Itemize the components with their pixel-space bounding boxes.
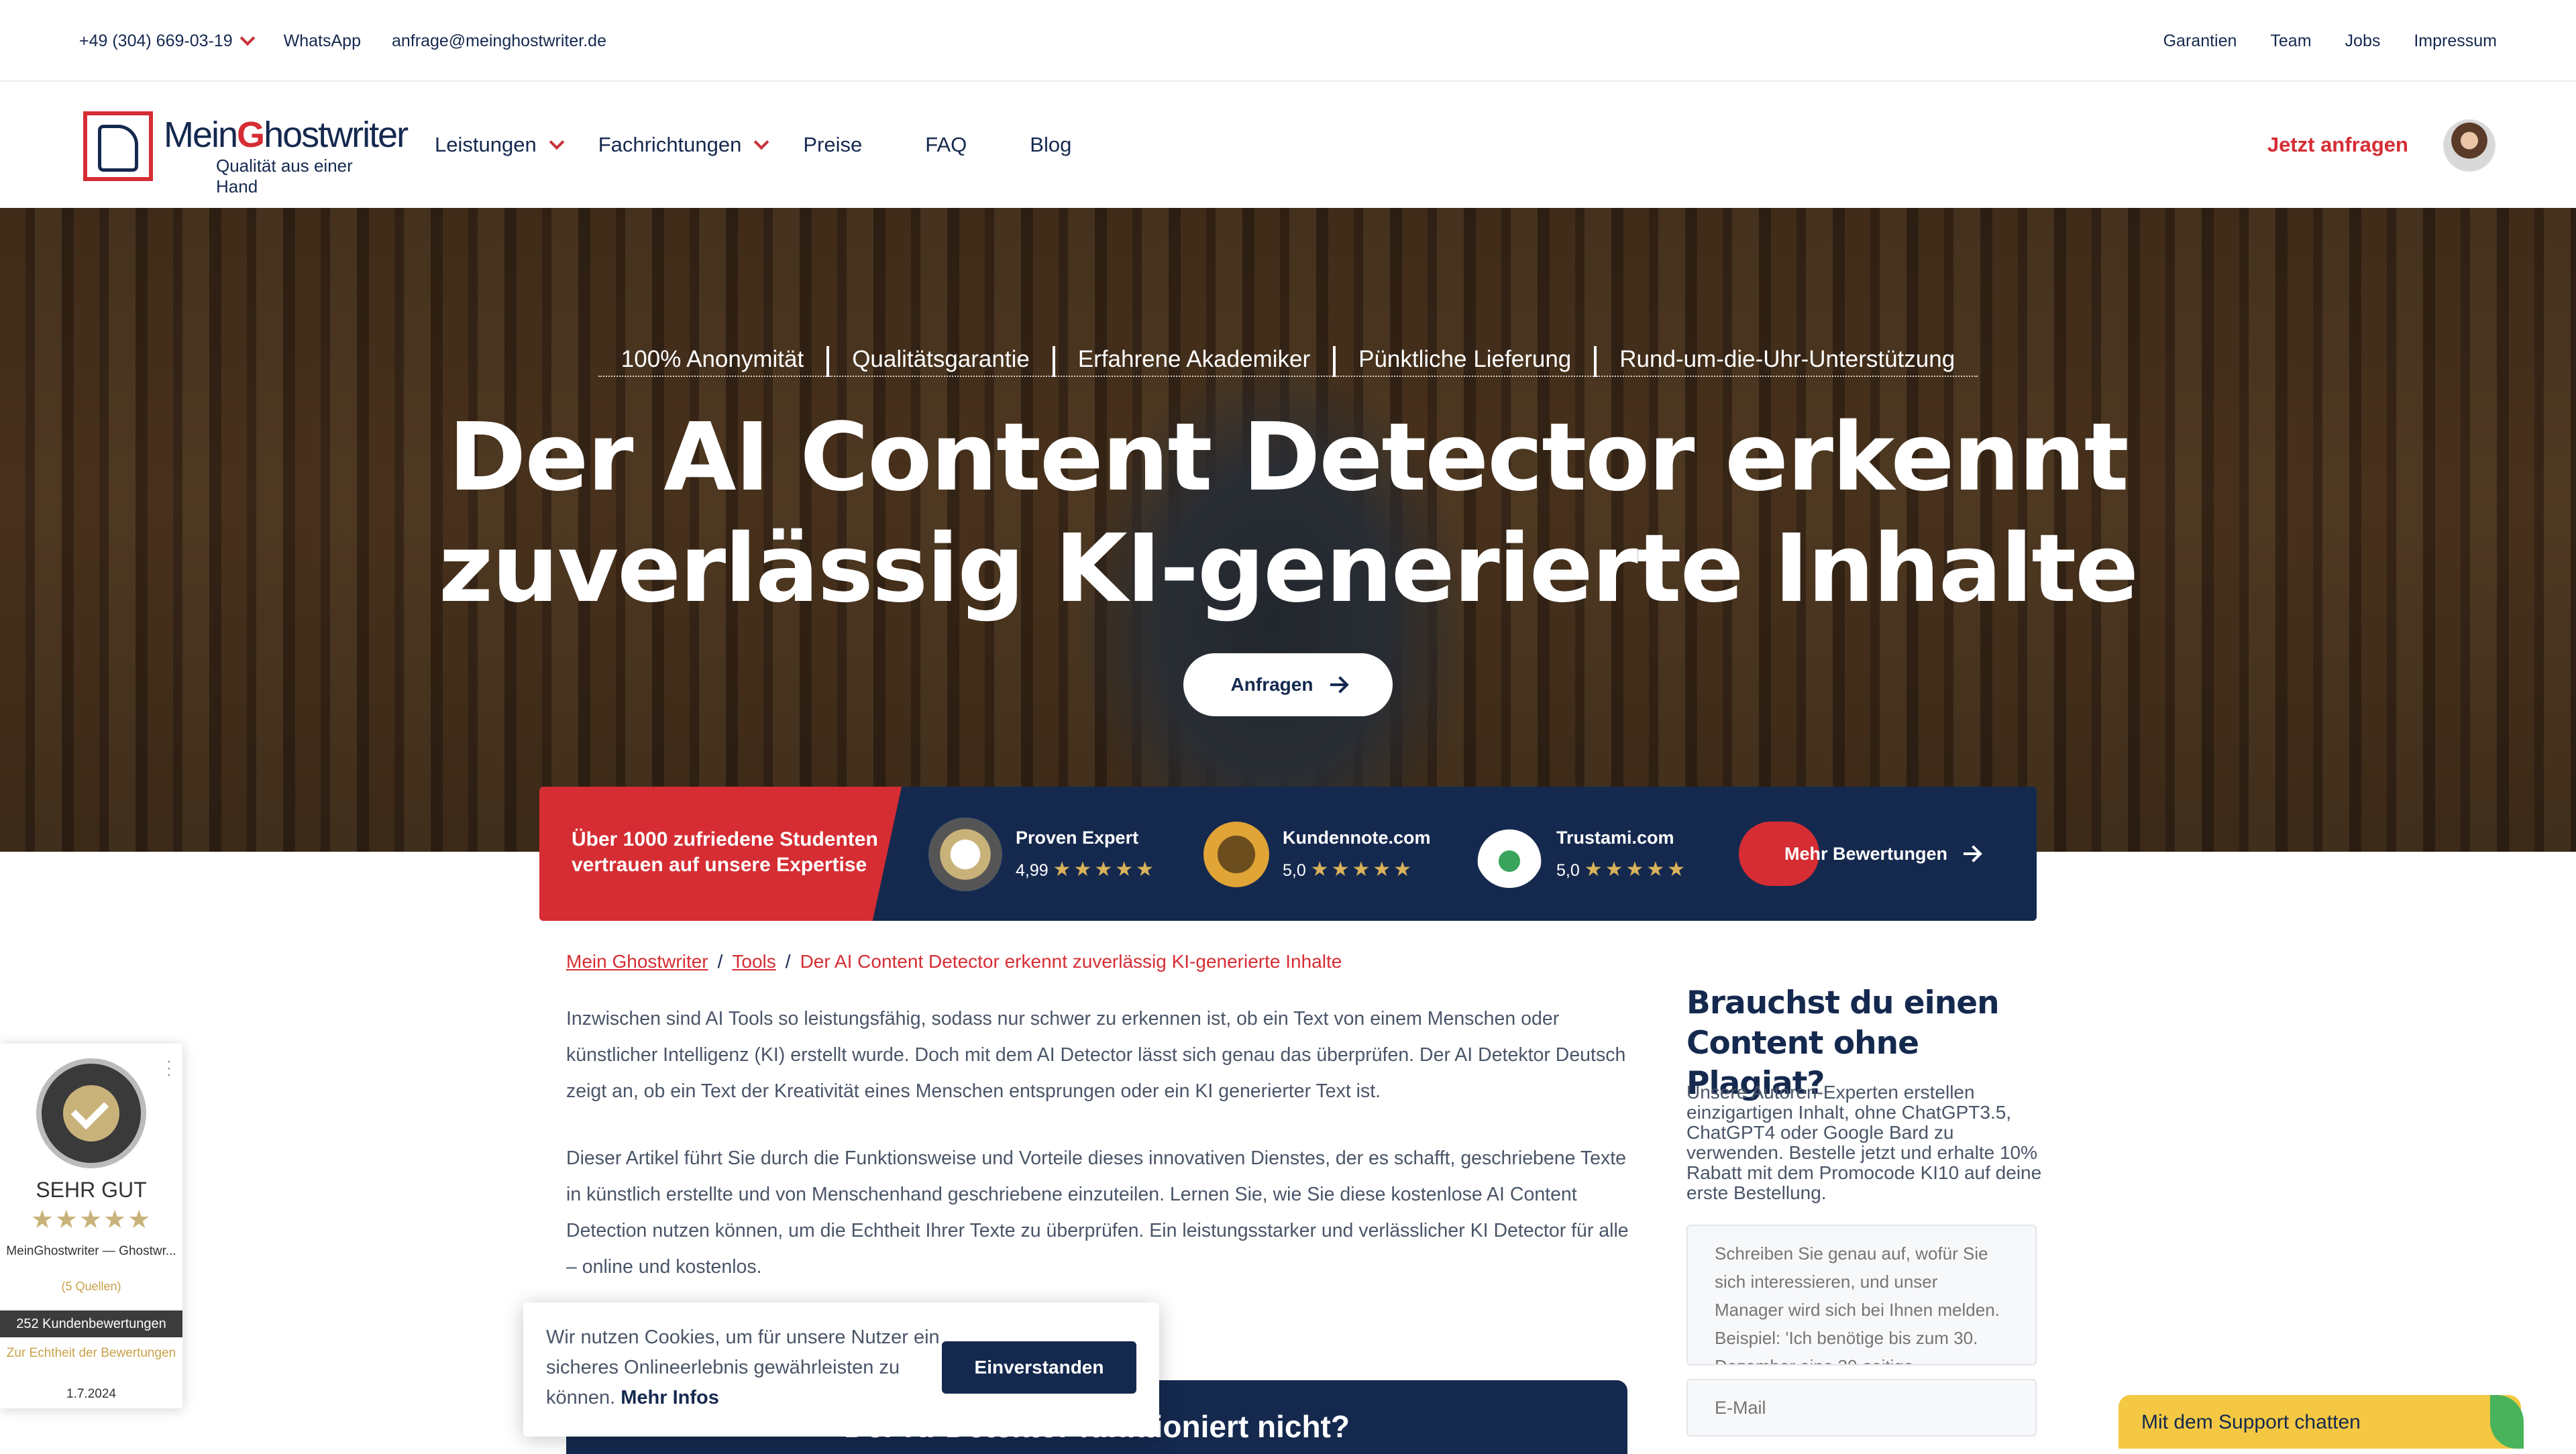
hero-benefits: 100% Anonymität Qualitätsgarantie Erfahr…: [0, 346, 2576, 377]
provenexpert-badge-icon: [928, 818, 1002, 891]
phone-link[interactable]: +49 (304) 669-03-19: [79, 30, 255, 51]
benefit-anonymity[interactable]: 100% Anonymität: [598, 346, 827, 377]
rating-grade: SEHR GUT: [36, 1178, 147, 1202]
breadcrumb-tools[interactable]: Tools: [732, 951, 775, 972]
article-paragraph-1: Inzwischen sind AI Tools so leistungsfäh…: [566, 1008, 1626, 1102]
request-message-input[interactable]: [1686, 1225, 2037, 1365]
star-rating: ★★★★★: [1584, 858, 1688, 881]
widget-company-name: MeinGhostwriter — Ghostwr...: [6, 1244, 176, 1258]
chevron-down-icon: [754, 134, 769, 150]
widget-sources: (5 Quellen): [61, 1280, 121, 1293]
breadcrumb-current: Der AI Content Detector erkennt zuverläs…: [800, 951, 1342, 972]
hero-section: 100% Anonymität Qualitätsgarantie Erfahr…: [0, 208, 2576, 852]
provenexpert-widget[interactable]: · · · SEHR GUT ★★★★★ MeinGhostwriter — Gho…: [0, 1044, 182, 1408]
chat-leaf-icon: [2490, 1395, 2524, 1449]
review-trustami[interactable]: Trustami.com 5,0 ★★★★★: [1476, 818, 1688, 891]
top-link-impressum[interactable]: Impressum: [2414, 32, 2497, 51]
phone-number: +49 (304) 669-03-19: [79, 31, 233, 50]
arrow-right-icon: [1330, 683, 1346, 686]
nav-preise[interactable]: Preise: [803, 133, 862, 157]
benefit-quality[interactable]: Qualitätsgarantie: [829, 346, 1053, 377]
review-kundennote[interactable]: Kundennote.com 5,0 ★★★★★: [1203, 818, 1431, 891]
review-provenexpert[interactable]: Proven Expert 4,99 ★★★★★: [928, 818, 1157, 891]
chevron-down-icon: [239, 30, 255, 46]
main-nav: Leistungen Fachrichtungen Preise FAQ Blo…: [435, 82, 1071, 208]
nav-blog[interactable]: Blog: [1030, 133, 1071, 157]
arrow-right-icon: [1964, 852, 1979, 855]
top-bar: +49 (304) 669-03-19 WhatsApp anfrage@mei…: [0, 0, 2576, 82]
widget-date: 1.7.2024: [66, 1387, 116, 1401]
nav-faq[interactable]: FAQ: [925, 133, 967, 157]
top-link-team[interactable]: Team: [2270, 32, 2311, 51]
nav-fachrichtungen[interactable]: Fachrichtungen: [598, 133, 769, 157]
logo-tagline: Qualität aus einer Hand: [216, 156, 353, 197]
reviews-bar: Über 1000 zufriedene Studenten vertrauen…: [539, 787, 2037, 921]
avatar[interactable]: [2443, 119, 2496, 172]
site-logo[interactable]: MeinGhostwriter Qualität aus einer Hand: [83, 111, 409, 197]
sidebar-text: Unsere Autoren-Experten erstellen einzig…: [1686, 1082, 2042, 1203]
widget-review-count: 252 Kundenbewertungen: [0, 1310, 182, 1337]
star-rating: ★★★★★: [1053, 858, 1157, 881]
request-now-link[interactable]: Jetzt anfragen: [2267, 82, 2408, 208]
more-options-icon[interactable]: · · ·: [166, 1052, 172, 1082]
provenexpert-seal-icon: [36, 1058, 146, 1168]
whatsapp-link[interactable]: WhatsApp: [284, 32, 361, 51]
cookie-accept-button[interactable]: Einverstanden: [942, 1341, 1136, 1394]
cookie-text: Wir nutzen Cookies, um für unsere Nutzer…: [546, 1327, 940, 1408]
email-field[interactable]: [1686, 1379, 2037, 1437]
article-paragraph-2: Dieser Artikel führt Sie durch die Funkt…: [566, 1148, 1629, 1278]
widget-authenticity-link[interactable]: Zur Echtheit der Bewertungen: [0, 1344, 182, 1363]
logo-mark-icon: [83, 111, 153, 181]
hero-request-button[interactable]: Anfragen: [1183, 653, 1393, 716]
reviews-claim: Über 1000 zufriedene Studenten vertrauen…: [539, 787, 902, 921]
benefit-academics[interactable]: Erfahrene Akademiker: [1055, 346, 1334, 377]
breadcrumb-home[interactable]: Mein Ghostwriter: [566, 951, 708, 972]
benefit-support[interactable]: Rund-um-die-Uhr-Unterstützung: [1597, 346, 1978, 377]
top-link-garantien[interactable]: Garantien: [2163, 32, 2237, 51]
breadcrumb: Mein Ghostwriter / Tools / Der AI Conten…: [566, 951, 1342, 972]
nav-leistungen[interactable]: Leistungen: [435, 133, 565, 157]
support-chat-button[interactable]: Mit dem Support chatten: [2118, 1395, 2524, 1449]
trustami-badge-icon: [1476, 821, 1543, 888]
chevron-down-icon: [549, 134, 565, 150]
page-title: Der AI Content Detector erkennt zuverläss…: [438, 403, 2139, 624]
cookie-banner: Wir nutzen Cookies, um für unsere Nutzer…: [523, 1302, 1159, 1437]
star-rating: ★★★★★: [1310, 858, 1415, 881]
email-link[interactable]: anfrage@meinghostwriter.de: [392, 32, 606, 51]
benefit-delivery[interactable]: Pünktliche Lieferung: [1336, 346, 1595, 377]
kundennote-badge-icon: [1203, 822, 1269, 887]
main-header: MeinGhostwriter Qualität aus einer Hand …: [0, 82, 2576, 208]
star-rating: ★★★★★: [30, 1206, 152, 1234]
cookie-more-link[interactable]: Mehr Infos: [621, 1387, 719, 1408]
top-link-jobs[interactable]: Jobs: [2345, 32, 2381, 51]
more-reviews-button[interactable]: Mehr Bewertungen: [1739, 822, 1979, 886]
